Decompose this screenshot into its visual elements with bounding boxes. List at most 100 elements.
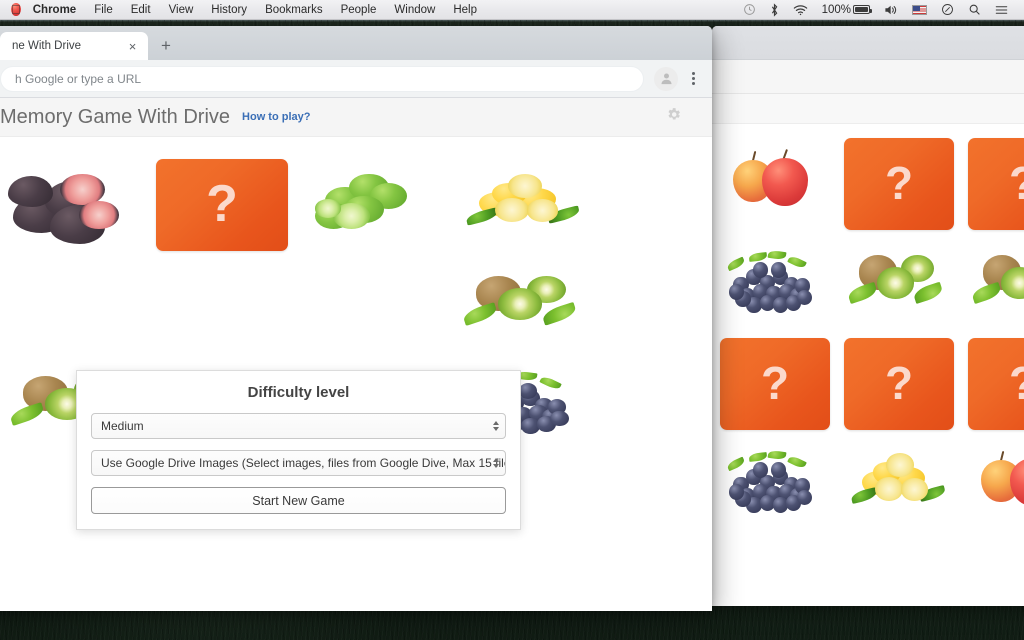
browser-toolbar: h Google or type a URL xyxy=(0,60,712,98)
start-new-game-button[interactable]: Start New Game xyxy=(91,487,506,514)
apple-logo-icon[interactable]:  xyxy=(11,3,21,16)
image-source-select[interactable]: Use Google Drive Images (Select images, … xyxy=(91,450,506,476)
menu-item-help[interactable]: Help xyxy=(444,0,486,20)
page-header: Memory Game With Drive How to play? xyxy=(0,98,712,137)
fruit-image-apples xyxy=(968,438,1024,530)
fruit-image-kiwi xyxy=(968,238,1024,330)
menu-bar-status-area: 100% xyxy=(736,0,1024,20)
image-source-select-value: Use Google Drive Images (Select images, … xyxy=(101,456,506,470)
fruit-image-hidden xyxy=(156,259,288,351)
mac-menu-bar:  ChromeFileEditViewHistoryBookmarksPeop… xyxy=(0,0,1024,20)
how-to-play-link[interactable]: How to play? xyxy=(242,111,310,123)
bcard-apples-2[interactable] xyxy=(968,438,1024,530)
background-window-page: ????? xyxy=(712,124,1024,606)
fruit-image-blueberries xyxy=(720,438,830,530)
menu-item-edit[interactable]: Edit xyxy=(122,0,160,20)
menu-item-history[interactable]: History xyxy=(202,0,256,20)
wifi-icon[interactable] xyxy=(786,4,815,16)
card-lemons[interactable] xyxy=(458,159,590,251)
card-hidden-r2c3[interactable] xyxy=(307,259,439,351)
question-mark-card-back: ? xyxy=(968,138,1024,230)
fruit-image-lemons xyxy=(458,159,590,251)
bcard-apples[interactable] xyxy=(720,138,830,230)
browser-tab[interactable]: ne With Drive × xyxy=(0,32,148,60)
volume-icon[interactable] xyxy=(877,4,905,16)
question-mark-icon: ? xyxy=(761,360,789,406)
foreground-browser-window[interactable]: ne With Drive × + h Google or type a URL… xyxy=(0,26,712,611)
bcard-back-1[interactable]: ? xyxy=(844,138,954,230)
page-title: Memory Game With Drive xyxy=(0,106,230,129)
question-mark-card-back: ? xyxy=(844,338,954,430)
card-limes[interactable] xyxy=(307,159,439,251)
difficulty-dialog: Difficulty level Medium Use Google Drive… xyxy=(76,370,521,530)
card-back[interactable]: ? xyxy=(156,159,288,251)
menu-item-chrome[interactable]: Chrome xyxy=(33,0,85,20)
question-mark-icon: ? xyxy=(885,360,913,406)
address-bar[interactable]: h Google or type a URL xyxy=(0,66,644,92)
fruit-image-hidden xyxy=(5,259,137,351)
bcard-kiwi-2[interactable] xyxy=(968,238,1024,330)
fruit-image-kiwi xyxy=(458,259,590,351)
stepper-arrows-icon xyxy=(493,421,499,431)
difficulty-select[interactable]: Medium xyxy=(91,413,506,439)
card-kiwi[interactable] xyxy=(458,259,590,351)
battery-icon[interactable]: 100% xyxy=(815,0,877,20)
background-window-toolbar[interactable] xyxy=(712,60,1024,94)
menu-item-bookmarks[interactable]: Bookmarks xyxy=(256,0,332,20)
menu-item-people[interactable]: People xyxy=(332,0,386,20)
question-mark-icon: ? xyxy=(1009,160,1024,206)
battery-percent: 100% xyxy=(822,0,853,20)
background-card-grid: ????? xyxy=(712,138,1024,530)
question-mark-icon: ? xyxy=(1009,360,1024,406)
background-window-bookmarks-bar[interactable] xyxy=(712,94,1024,124)
question-mark-icon: ? xyxy=(885,160,913,206)
new-tab-button[interactable]: + xyxy=(152,33,180,59)
question-mark-card-back: ? xyxy=(968,338,1024,430)
question-mark-card-back: ? xyxy=(720,338,830,430)
fruit-image-kiwi xyxy=(844,238,954,330)
memory-game-page: Memory Game With Drive How to play? ? Di… xyxy=(0,98,712,611)
chrome-menu-icon[interactable] xyxy=(682,67,704,91)
bcard-kiwi[interactable] xyxy=(844,238,954,330)
bcard-lemons[interactable] xyxy=(844,438,954,530)
fruit-image-hidden xyxy=(307,259,439,351)
profile-avatar-icon[interactable] xyxy=(654,67,678,91)
background-browser-window[interactable]: ????? xyxy=(712,26,1024,606)
bcard-back-4[interactable]: ? xyxy=(844,338,954,430)
tab-strip: ne With Drive × + xyxy=(0,26,712,60)
start-new-game-label: Start New Game xyxy=(252,494,344,508)
menu-item-view[interactable]: View xyxy=(160,0,203,20)
difficulty-select-value: Medium xyxy=(101,419,144,433)
card-hidden-r2c1[interactable] xyxy=(5,259,137,351)
bcard-back-5[interactable]: ? xyxy=(968,338,1024,430)
spotlight-search-icon[interactable] xyxy=(961,3,988,16)
fruit-image-apples xyxy=(720,138,830,230)
dialog-heading: Difficulty level xyxy=(91,384,506,401)
time-machine-icon[interactable] xyxy=(736,3,763,16)
fruit-image-figs xyxy=(5,159,137,251)
bcard-blueberries[interactable] xyxy=(720,238,830,330)
settings-gear-icon[interactable] xyxy=(665,106,700,128)
bcard-blueberries-2[interactable] xyxy=(720,438,830,530)
bcard-back-3[interactable]: ? xyxy=(720,338,830,430)
card-hidden-r2c2[interactable] xyxy=(156,259,288,351)
tab-title: ne With Drive xyxy=(12,40,125,52)
us-flag-icon[interactable] xyxy=(905,5,934,15)
question-mark-card-back: ? xyxy=(844,138,954,230)
do-not-disturb-icon[interactable] xyxy=(934,3,961,16)
fruit-image-lemons xyxy=(844,438,954,530)
fruit-image-blueberries xyxy=(720,238,830,330)
close-icon[interactable]: × xyxy=(125,39,140,54)
background-window-tabstrip[interactable] xyxy=(712,26,1024,60)
question-mark-icon: ? xyxy=(206,178,238,230)
bcard-back-2[interactable]: ? xyxy=(968,138,1024,230)
menu-item-file[interactable]: File xyxy=(85,0,122,20)
omnibox-text: h Google or type a URL xyxy=(15,72,141,86)
card-figs[interactable] xyxy=(5,159,137,251)
stepper-arrows-icon xyxy=(493,458,499,468)
question-mark-card-back: ? xyxy=(156,159,288,251)
fruit-image-limes xyxy=(307,159,439,251)
menu-item-window[interactable]: Window xyxy=(385,0,444,20)
bluetooth-icon[interactable] xyxy=(763,3,786,17)
notification-center-icon[interactable] xyxy=(988,4,1015,16)
